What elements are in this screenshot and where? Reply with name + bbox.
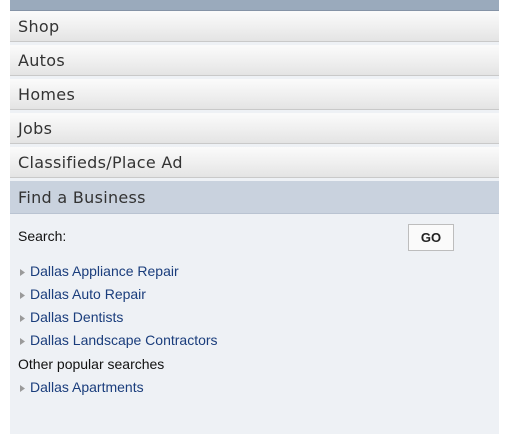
list-item: Dallas Apartments [18,376,499,399]
list-item: Dallas Appliance Repair [18,260,499,283]
triangle-bullet-icon [20,269,25,276]
link-dallas-auto-repair[interactable]: Dallas Auto Repair [30,286,146,302]
link-dallas-appliance-repair[interactable]: Dallas Appliance Repair [30,263,179,279]
search-label: Search: [18,228,67,244]
list-item: Dallas Auto Repair [18,283,499,306]
triangle-bullet-icon [20,385,25,392]
nav-item-find-a-business[interactable]: Find a Business [10,181,499,214]
other-searches-heading: Other popular searches [18,356,165,372]
list-item: Dallas Landscape Contractors [18,329,499,352]
go-button[interactable]: GO [408,224,454,251]
nav-item-shop[interactable]: Shop [10,11,499,42]
triangle-bullet-icon [20,292,25,299]
link-dallas-apartments[interactable]: Dallas Apartments [30,379,144,395]
find-business-section: Search: GO Dallas Appliance Repair Dalla… [10,214,499,399]
business-links: Dallas Appliance Repair Dallas Auto Repa… [18,260,499,352]
triangle-bullet-icon [20,338,25,345]
link-dallas-dentists[interactable]: Dallas Dentists [30,309,123,325]
side-panel: Shop Autos Homes Jobs Classifieds/Place … [10,0,499,434]
nav-item-jobs[interactable]: Jobs [10,113,499,144]
search-row: Search: GO [18,214,499,260]
link-dallas-landscape-contractors[interactable]: Dallas Landscape Contractors [30,332,218,348]
list-item: Dallas Dentists [18,306,499,329]
nav-item-autos[interactable]: Autos [10,45,499,76]
top-strip [10,0,499,11]
triangle-bullet-icon [20,315,25,322]
nav-item-classifieds[interactable]: Classifieds/Place Ad [10,147,499,178]
nav-item-homes[interactable]: Homes [10,79,499,110]
other-links: Dallas Apartments [18,376,499,399]
